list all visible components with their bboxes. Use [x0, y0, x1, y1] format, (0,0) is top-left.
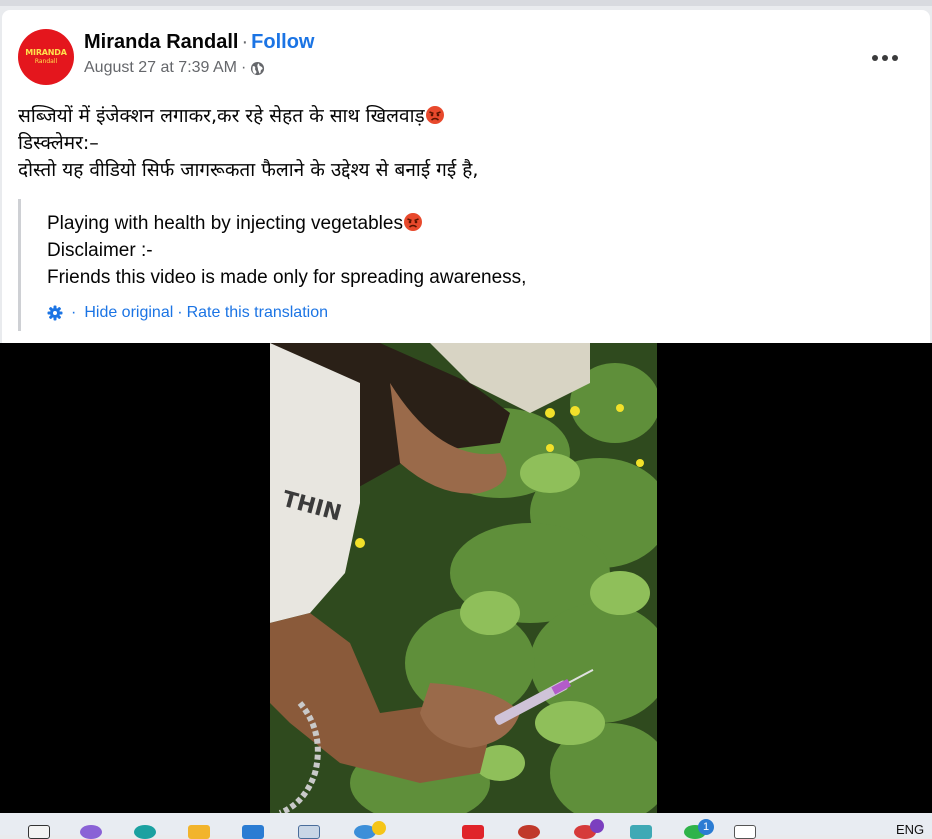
post-meta: August 27 at 7:39 AM · [84, 59, 265, 77]
app-icon[interactable] [80, 825, 102, 839]
globe-icon[interactable] [250, 61, 265, 76]
more-options-icon[interactable] [872, 52, 898, 64]
rate-translation-link[interactable]: Rate this translation [187, 304, 328, 322]
post-card: MIRANDA Randall Miranda Randall · Follow A… [2, 10, 930, 343]
translation-line-3: Friends this video is made only for spre… [47, 267, 527, 288]
video-frame[interactable]: THIN [270, 343, 657, 813]
original-line-2: डिस्क्लेमर:– [18, 132, 99, 154]
hide-original-link[interactable]: Hide original [84, 304, 173, 322]
app-icon[interactable] [242, 825, 264, 839]
author-name[interactable]: Miranda Randall [84, 31, 238, 53]
original-line-3: दोस्तो यह वीडियो सिर्फ जागरूकता फैलाने क… [18, 159, 479, 181]
follow-button[interactable]: Follow [251, 31, 314, 53]
separator-dot: · [71, 304, 77, 321]
separator-dot: · [177, 304, 183, 321]
post-timestamp[interactable]: August 27 at 7:39 AM [84, 59, 237, 77]
app-icon[interactable] [462, 825, 484, 839]
angry-face-emoji [403, 213, 422, 231]
header-separator: · [241, 31, 249, 53]
app-icon[interactable] [298, 825, 320, 839]
notification-dot-icon [372, 821, 386, 835]
translation-links: · Hide original · Rate this translation [47, 304, 328, 322]
translation-line-2: Disclaimer :- [47, 240, 153, 261]
post-header-line: Miranda Randall · Follow [84, 31, 314, 54]
original-line-1: सब्जियों में इंजेक्शन लगाकर,कर रहे सेहत … [18, 103, 478, 130]
video-player[interactable]: THIN [0, 343, 932, 813]
windows-taskbar: 1 ENG [0, 813, 932, 839]
translation-block: Playing with health by injecting vegetab… [18, 199, 878, 331]
profile-badge-icon [590, 819, 604, 833]
angry-face-emoji [425, 106, 444, 124]
translation-text: Playing with health by injecting vegetab… [47, 210, 526, 291]
badge-count: 1 [698, 819, 714, 835]
translation-line-1: Playing with health by injecting vegetab… [47, 210, 526, 237]
folder-icon[interactable] [188, 825, 210, 839]
gear-icon[interactable] [47, 305, 63, 321]
app-icon[interactable] [134, 825, 156, 839]
calendar-icon[interactable] [734, 825, 756, 839]
browser-top-strip [0, 0, 932, 6]
app-icon[interactable] [630, 825, 652, 839]
meta-separator: · [241, 59, 247, 76]
avatar-text-line2: Randall [34, 58, 58, 65]
start-icon[interactable] [28, 825, 50, 839]
profile-icon[interactable] [518, 825, 540, 839]
avatar-text-line1: MIRANDA [25, 48, 67, 57]
original-post-text: सब्जियों में इंजेक्शन लगाकर,कर रहे सेहत … [18, 103, 478, 184]
author-avatar[interactable]: MIRANDA Randall [18, 29, 74, 85]
